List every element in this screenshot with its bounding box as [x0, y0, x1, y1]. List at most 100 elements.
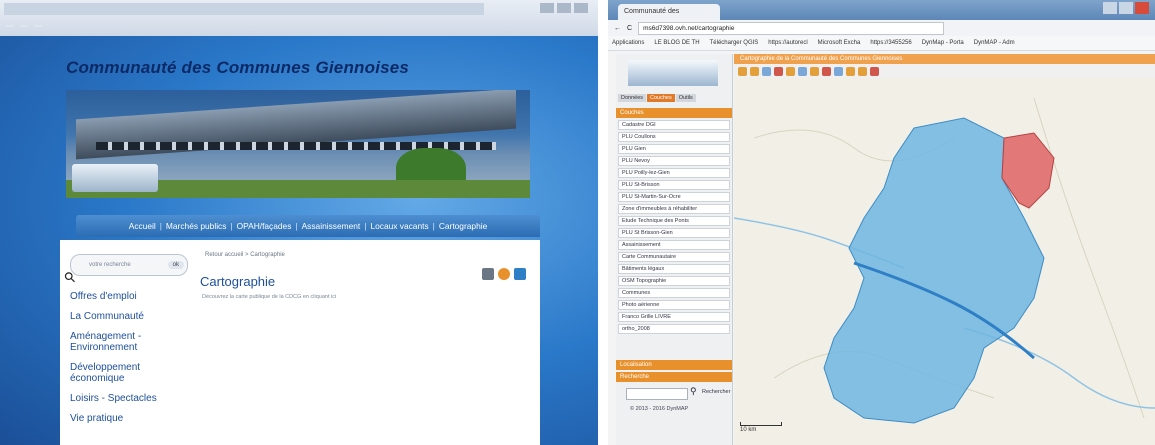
layer-item[interactable]: Communes: [618, 288, 730, 298]
layer-item[interactable]: PLU St-Brisson: [618, 180, 730, 190]
layers-panel: Données Couches Outils Couches Cadastre …: [616, 54, 733, 445]
measure-icon[interactable]: [798, 66, 807, 76]
layer-item[interactable]: OSM Topographie: [618, 276, 730, 286]
layer-item[interactable]: PLU St-Martin-Sur-Ocre: [618, 192, 730, 202]
search-label[interactable]: Rechercher: [702, 389, 730, 395]
pan-icon[interactable]: [762, 66, 771, 76]
bookmark-item[interactable]: LE BLOG DE TH: [654, 40, 699, 46]
tab-couches[interactable]: Couches: [647, 94, 675, 102]
draw-icon[interactable]: [846, 66, 855, 76]
browser-tab[interactable]: Communauté des: [618, 4, 720, 20]
nav-separator: |: [295, 221, 298, 231]
reload-icon[interactable]: C: [627, 25, 632, 32]
nav-item-locaux-vacants[interactable]: Locaux vacants: [370, 221, 428, 231]
back-icon[interactable]: ←: [614, 25, 621, 32]
bookmark-item[interactable]: Microsoft Excha: [818, 40, 861, 46]
layer-item[interactable]: ortho_2008: [618, 324, 730, 334]
nav-separator: |: [364, 221, 367, 231]
extent-icon[interactable]: [774, 66, 783, 76]
nav-separator: |: [432, 221, 435, 231]
maximize-button[interactable]: [1119, 2, 1133, 14]
page-title: Cartographie: [200, 274, 276, 289]
bookmark-item[interactable]: Télécharger QGIS: [710, 40, 759, 46]
bookmark-item[interactable]: DynMAP - Adm: [974, 40, 1015, 46]
breadcrumb[interactable]: Retour accueil > Cartographie: [205, 252, 285, 258]
share-icon[interactable]: [514, 268, 526, 280]
maximize-button[interactable]: [557, 3, 571, 13]
section-localisation[interactable]: Localisation: [616, 360, 732, 370]
sidebar-item-vie-pratique[interactable]: Vie pratique: [70, 414, 195, 424]
nav-item-cartographie[interactable]: Cartographie: [439, 221, 487, 231]
magnifier-icon: ⚲: [60, 267, 80, 287]
tab-outils[interactable]: Outils: [675, 94, 696, 102]
url-field[interactable]: ms6d7398.ovh.net/cartographie: [638, 21, 945, 35]
search-icon[interactable]: [834, 66, 843, 76]
nav-item-marches-publics[interactable]: Marchés publics: [166, 221, 227, 231]
export-icon[interactable]: [870, 66, 879, 76]
sidebar-item-developpement[interactable]: Développement économique: [70, 362, 195, 384]
sidebar-item-la-communaute[interactable]: La Communauté: [70, 312, 195, 322]
layer-item[interactable]: Bâtiments légaux: [618, 264, 730, 274]
map-scale: 10 km: [740, 422, 782, 433]
sidebar-item-amenagement[interactable]: Aménagement - Environnement: [70, 331, 195, 353]
bookmark-item[interactable]: https://autorecl: [768, 40, 807, 46]
layer-item[interactable]: Zone d'immeubles à réhabiliter: [618, 204, 730, 214]
map-svg: [734, 78, 1155, 445]
section-recherche[interactable]: Recherche: [616, 372, 732, 382]
info-icon[interactable]: [786, 66, 795, 76]
tab-strip[interactable]: [4, 3, 484, 15]
search-input[interactable]: votre recherche: [89, 262, 168, 268]
page-description[interactable]: Découvrez la carte publique de la CDCG e…: [202, 294, 336, 300]
layer-item[interactable]: Etude Technique des Ponts: [618, 216, 730, 226]
nav-item-accueil[interactable]: Accueil: [129, 221, 156, 231]
nav-item-opah[interactable]: OPAH/façades: [237, 221, 292, 231]
layer-item[interactable]: Franco Grille LIVRE: [618, 312, 730, 322]
layer-item[interactable]: PLU St Brisson-Gien: [618, 228, 730, 238]
select-icon[interactable]: [858, 66, 867, 76]
layer-item[interactable]: Assainissement: [618, 240, 730, 250]
layer-item[interactable]: Photo aérienne: [618, 300, 730, 310]
favorite-item[interactable]: [6, 25, 14, 27]
close-button[interactable]: [1135, 2, 1149, 14]
layer-item[interactable]: PLU Coullons: [618, 132, 730, 142]
map-search-input[interactable]: [626, 388, 688, 400]
layer-item[interactable]: Carte Communautaire: [618, 252, 730, 262]
banner-image: [66, 90, 530, 198]
bookmark-item[interactable]: https://3455256: [870, 40, 911, 46]
layer-item[interactable]: Cadastre DGI: [618, 120, 730, 130]
share-icons: [482, 268, 526, 280]
zoom-in-icon[interactable]: [738, 66, 747, 76]
magnifier-icon[interactable]: ⚲: [690, 386, 697, 397]
nav-item-assainissement[interactable]: Assainissement: [302, 221, 361, 231]
bookmark-item[interactable]: DynMap - Porta: [922, 40, 964, 46]
rss-icon[interactable]: [498, 268, 510, 280]
bookmarks-bar: Applications LE BLOG DE TH Télécharger Q…: [608, 36, 1155, 51]
right-browser-screenshot: Communauté des ← C ms6d7398.ovh.net/cart…: [608, 0, 1155, 445]
address-bar-row: ← C ms6d7398.ovh.net/cartographie: [608, 20, 1155, 36]
layer-item[interactable]: PLU Gien: [618, 144, 730, 154]
sidebar-item-offres-emploi[interactable]: Offres d'emploi: [70, 292, 195, 302]
tab-donnees[interactable]: Données: [618, 94, 647, 102]
favorite-item[interactable]: [20, 25, 28, 27]
layers-icon[interactable]: [822, 66, 831, 76]
print-icon[interactable]: [810, 66, 819, 76]
close-button[interactable]: [574, 3, 588, 13]
bookmark-item[interactable]: Applications: [612, 40, 644, 46]
search-button[interactable]: ok: [167, 261, 184, 269]
panel-logo: [628, 60, 718, 86]
zoom-out-icon[interactable]: [750, 66, 759, 76]
panel-header[interactable]: Couches: [616, 108, 732, 118]
map-canvas[interactable]: 10 km: [734, 78, 1155, 445]
print-icon[interactable]: [482, 268, 494, 280]
layer-item[interactable]: PLU Poilly-lez-Gien: [618, 168, 730, 178]
scale-bar: [740, 422, 782, 426]
search-box: votre recherche ok ⚲: [60, 254, 188, 286]
minimize-button[interactable]: [540, 3, 554, 13]
sidebar-item-loisirs[interactable]: Loisirs - Spectacles: [70, 394, 195, 404]
window-controls: [1103, 2, 1149, 14]
map-toolbar: [734, 64, 1155, 79]
favorite-item[interactable]: [34, 25, 42, 27]
layer-item[interactable]: PLU Nevoy: [618, 156, 730, 166]
nav-separator: |: [230, 221, 233, 231]
minimize-button[interactable]: [1103, 2, 1117, 14]
